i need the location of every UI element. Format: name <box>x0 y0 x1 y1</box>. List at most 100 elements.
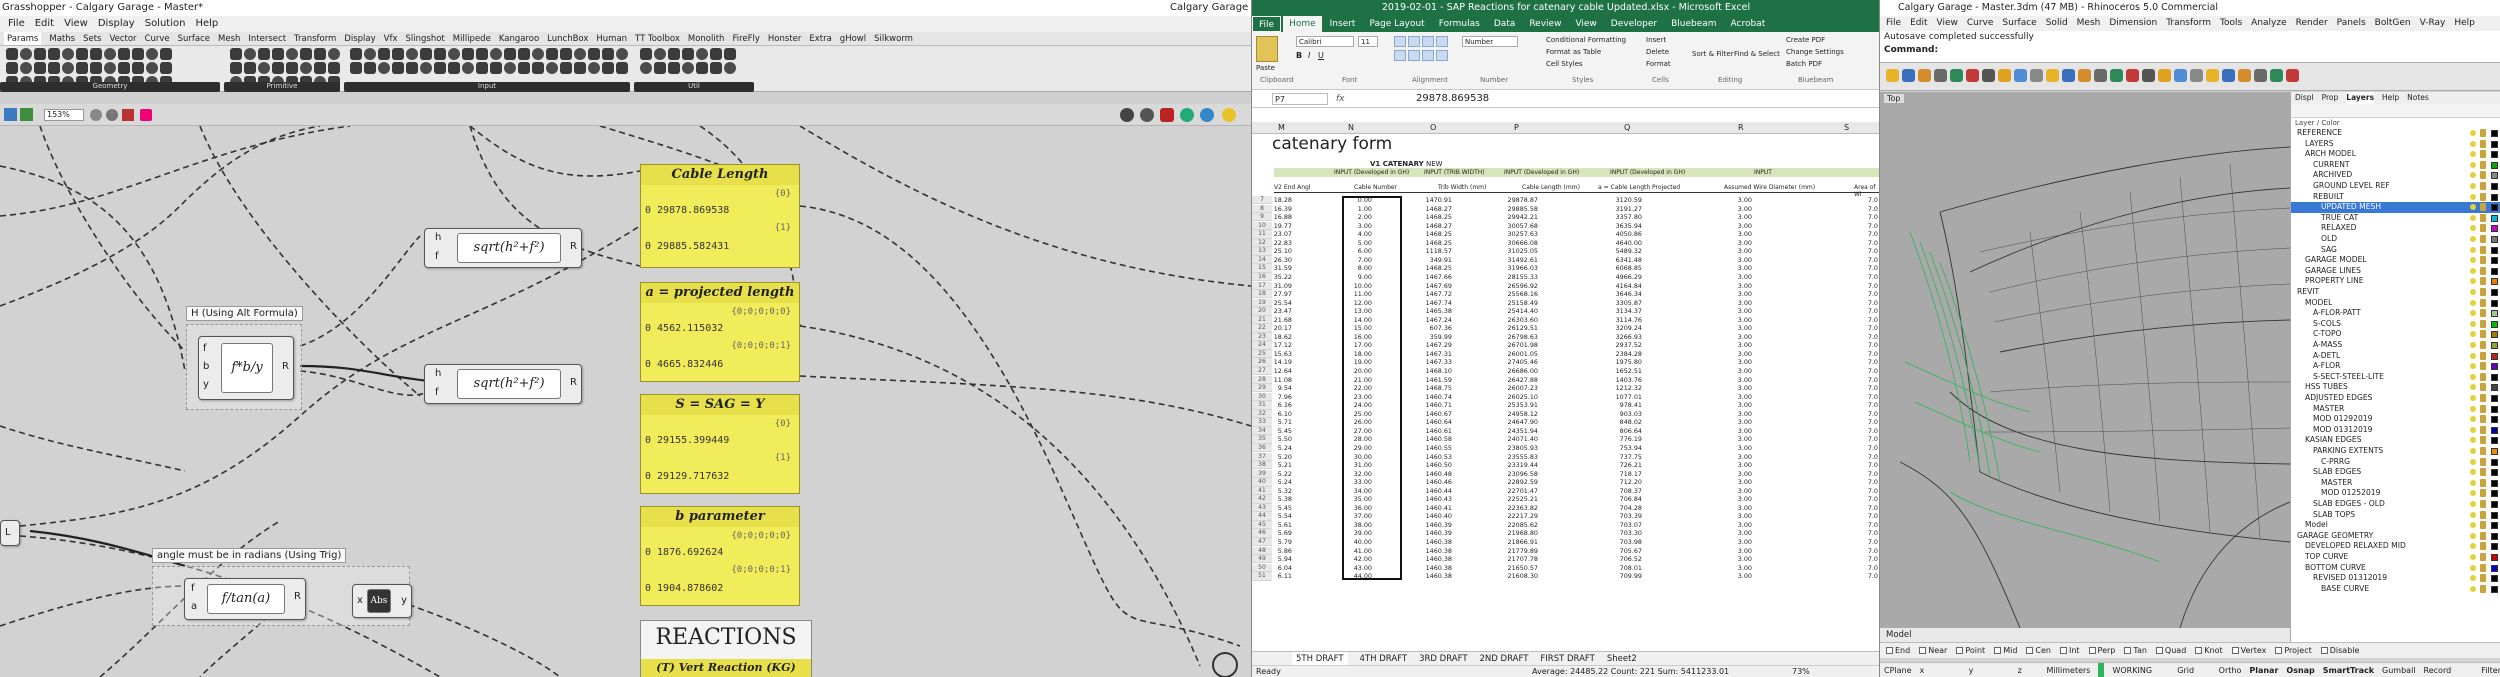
table-cell[interactable]: 5.45 <box>1252 504 1292 512</box>
table-cell[interactable]: 7.0 <box>1838 529 1878 537</box>
table-cell[interactable]: 7.0 <box>1838 376 1878 384</box>
toolbar-icon[interactable] <box>2158 69 2171 82</box>
layer-color-swatch[interactable] <box>2491 161 2498 169</box>
sheet-tab[interactable]: Sheet2 <box>1607 652 1637 665</box>
col-header[interactable]: R <box>1738 122 1744 134</box>
checkbox[interactable] <box>2124 647 2132 654</box>
status-item[interactable]: Ortho <box>2219 663 2242 677</box>
table-cell[interactable]: 11.00 <box>1332 290 1372 298</box>
table-cell[interactable]: 3.00 <box>1712 564 1752 572</box>
component-icon[interactable] <box>350 62 362 74</box>
component-icon[interactable] <box>132 62 144 74</box>
table-cell[interactable]: 3.00 <box>1712 478 1752 486</box>
table-cell[interactable]: 19.77 <box>1252 222 1292 230</box>
table-cell[interactable]: 349.91 <box>1412 256 1452 264</box>
table-cell[interactable]: 3.00 <box>1712 521 1752 529</box>
table-cell[interactable]: 7.0 <box>1838 282 1878 290</box>
table-cell[interactable]: 1468.25 <box>1412 230 1452 238</box>
status-item[interactable]: SmartTrack <box>2323 663 2374 677</box>
table-cell[interactable]: 7.0 <box>1838 564 1878 572</box>
col-header[interactable]: O <box>1430 122 1436 134</box>
component-icon[interactable] <box>90 48 102 60</box>
component-icon[interactable] <box>244 62 256 74</box>
table-row[interactable]: 25.10 6.00 1118.57 31025.05 5489.32 3.00 7.0 <box>1252 247 1879 255</box>
toolbar-icon[interactable] <box>2142 69 2155 82</box>
component-icon[interactable] <box>546 48 558 60</box>
checkbox[interactable] <box>1886 647 1893 654</box>
layer-visible-icon[interactable] <box>2470 501 2476 507</box>
table-cell[interactable]: 28.00 <box>1332 435 1372 443</box>
layer-row[interactable]: CURRENT <box>2291 160 2500 171</box>
panel-projected-length[interactable]: a = projected length {0;0;0;0;0} 0 4562.… <box>640 282 800 382</box>
layer-row[interactable]: KASIAN EDGES <box>2291 435 2500 446</box>
port-h[interactable]: h <box>435 232 441 243</box>
toolbar-icon[interactable] <box>2174 69 2187 82</box>
table-cell[interactable]: 23.07 <box>1252 230 1292 238</box>
rh-menu-item[interactable]: Render <box>2296 16 2328 31</box>
table-cell[interactable]: 7.0 <box>1838 350 1878 358</box>
conditional-formatting-button[interactable]: Conditional Formatting <box>1546 36 1626 44</box>
gh-tab[interactable]: Vfx <box>384 32 398 45</box>
table-cell[interactable]: 5.54 <box>1252 512 1292 520</box>
component-icon[interactable] <box>62 62 74 74</box>
table-cell[interactable]: 26.30 <box>1252 256 1292 264</box>
toolbar-icon[interactable] <box>2062 69 2075 82</box>
table-row[interactable]: 22.83 5.00 1468.25 30666.08 4640.00 3.00 7.0 <box>1252 239 1879 247</box>
table-cell[interactable]: 26798.63 <box>1498 333 1539 341</box>
layer-row[interactable]: A-FLOR-PATT <box>2291 308 2500 319</box>
layer-visible-icon[interactable] <box>2470 554 2476 560</box>
gh-tab[interactable]: Transform <box>294 32 336 45</box>
col-header[interactable]: Q <box>1624 122 1630 134</box>
gh-tab[interactable]: TT Toolbox <box>635 32 680 45</box>
table-cell[interactable]: 1460.58 <box>1412 435 1452 443</box>
table-cell[interactable]: 607.36 <box>1412 324 1452 332</box>
table-cell[interactable]: 7.0 <box>1838 453 1878 461</box>
table-cell[interactable]: 30057.68 <box>1498 222 1539 230</box>
rh-menu-item[interactable]: Edit <box>1910 16 1927 31</box>
table-cell[interactable]: 27.00 <box>1332 427 1372 435</box>
table-cell[interactable]: 43.00 <box>1332 564 1372 572</box>
table-cell[interactable]: 706.84 <box>1602 495 1642 503</box>
rh-menu-item[interactable]: Surface <box>2002 16 2036 31</box>
table-cell[interactable]: 3.00 <box>1712 547 1752 555</box>
port-r[interactable]: R <box>294 591 301 602</box>
layer-visible-icon[interactable] <box>2470 320 2476 327</box>
component-icon[interactable] <box>48 48 60 60</box>
table-cell[interactable]: 29.00 <box>1332 444 1372 452</box>
table-cell[interactable]: 3266.93 <box>1602 333 1642 341</box>
table-cell[interactable]: 21608.30 <box>1498 572 1539 580</box>
table-cell[interactable]: 21779.89 <box>1498 547 1539 555</box>
panel-tab-displ[interactable]: Displ <box>2295 92 2314 104</box>
table-cell[interactable]: 3.00 <box>1712 247 1752 255</box>
layer-visible-icon[interactable] <box>2470 458 2476 465</box>
number-format-select[interactable]: Number <box>1462 36 1518 47</box>
table-cell[interactable]: 5.32 <box>1252 487 1292 495</box>
table-cell[interactable]: 3.00 <box>1712 401 1752 409</box>
sheet-tab[interactable]: 3RD DRAFT <box>1419 652 1467 665</box>
table-cell[interactable]: 7.0 <box>1838 427 1878 435</box>
table-cell[interactable]: 3.00 <box>1712 358 1752 366</box>
layer-color-swatch[interactable] <box>2491 130 2498 137</box>
layer-visible-icon[interactable] <box>2470 172 2476 179</box>
rh-viewport[interactable]: Top <box>1880 92 2290 628</box>
col-header[interactable]: P <box>1514 122 1519 134</box>
checkbox[interactable] <box>1994 647 2002 654</box>
table-cell[interactable]: 5.38 <box>1252 495 1292 503</box>
xl-tab-insert[interactable]: Insert <box>1324 16 1362 32</box>
table-cell[interactable]: 36.00 <box>1332 504 1372 512</box>
table-row[interactable]: 12.64 20.00 1468.10 26686.00 1652.51 3.00 7.0 <box>1252 367 1879 375</box>
component-icon[interactable] <box>682 62 694 74</box>
xl-tab-formulas[interactable]: Formulas <box>1433 16 1486 32</box>
layer-color-swatch[interactable] <box>2491 278 2498 286</box>
table-cell[interactable]: 3.00 <box>1712 512 1752 520</box>
checkbox[interactable] <box>2231 647 2239 654</box>
component-icon[interactable] <box>48 62 60 74</box>
port-y[interactable]: y <box>203 379 209 390</box>
gh-tab[interactable]: Kangaroo <box>499 32 539 45</box>
table-cell[interactable]: 5.69 <box>1252 529 1292 537</box>
layer-visible-icon[interactable] <box>2470 130 2476 136</box>
bold-button[interactable]: B <box>1296 51 1302 60</box>
table-cell[interactable]: 26129.51 <box>1498 324 1539 332</box>
table-cell[interactable]: 3305.87 <box>1602 299 1642 307</box>
layer-color-swatch[interactable] <box>2491 299 2498 307</box>
